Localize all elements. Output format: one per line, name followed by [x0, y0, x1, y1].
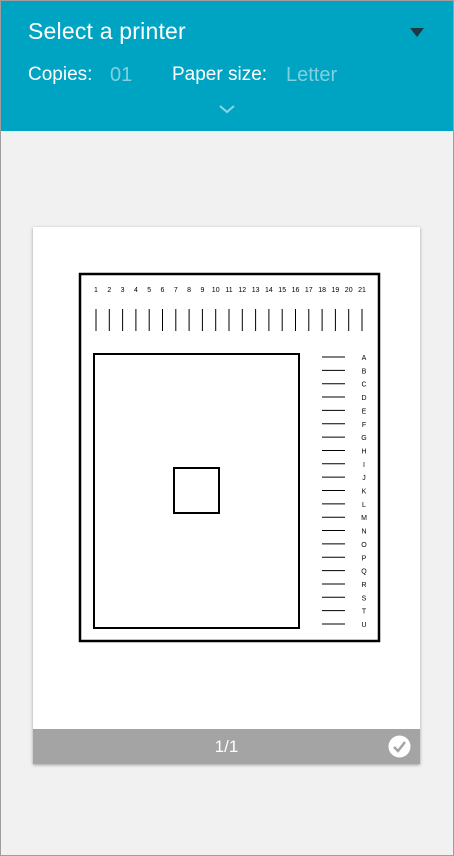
copies-label: Copies:: [28, 64, 93, 85]
column-number: 16: [292, 287, 300, 294]
check-circle-icon[interactable]: [388, 735, 411, 758]
center-square: [173, 467, 220, 514]
row-letter: K: [362, 489, 367, 496]
expand-chevron-down-icon[interactable]: [217, 102, 237, 114]
row-letter: A: [362, 355, 367, 362]
column-number: 17: [305, 287, 313, 294]
column-number: 10: [212, 287, 220, 294]
column-number: 1: [94, 287, 98, 294]
column-number: 11: [225, 287, 232, 294]
column-number: 7: [174, 287, 178, 294]
print-options-header: Select a printer Copies: 01 Paper size: …: [0, 0, 454, 131]
row-letter: C: [361, 382, 366, 389]
page-footer-bar: 1/1: [33, 729, 420, 764]
row-letter: J: [362, 475, 366, 482]
inner-frame: [93, 353, 300, 629]
row-letter: P: [362, 555, 367, 562]
printer-select-title[interactable]: Select a printer: [28, 18, 186, 45]
printer-dropdown-icon[interactable]: [405, 22, 429, 42]
page-preview[interactable]: 1 2 3 4 5 6 7 8 9 10 11 12 13 14 15 16 17 18 19 20 21 ABCDEF…: [33, 227, 420, 764]
row-letter: I: [363, 462, 365, 469]
row-letter: B: [362, 368, 367, 375]
row-letter: E: [362, 408, 367, 415]
test-page-graphic: 1 2 3 4 5 6 7 8 9 10 11 12 13 14 15 16 17 18 19 20 21 ABCDEF…: [78, 272, 381, 643]
column-number: 21: [358, 287, 366, 294]
row-letter: N: [361, 529, 366, 536]
row-letter: Q: [361, 569, 367, 576]
paper-size-select[interactable]: Letter: [286, 64, 337, 87]
row-letter: F: [362, 422, 366, 429]
row-letter: D: [361, 395, 366, 402]
column-number: 4: [134, 287, 138, 294]
column-number: 20: [345, 287, 353, 294]
column-number: 3: [121, 287, 125, 294]
column-number: 6: [161, 287, 165, 294]
column-number: 13: [252, 287, 260, 294]
column-number: 9: [200, 287, 204, 294]
row-letter: L: [362, 502, 366, 509]
column-number: 19: [332, 287, 340, 294]
paper-size-label: Paper size:: [172, 64, 268, 85]
row-letter: R: [361, 582, 366, 589]
column-number: 12: [238, 287, 246, 294]
row-letter: G: [361, 435, 366, 442]
column-number: 18: [318, 287, 326, 294]
row-letter: M: [361, 515, 367, 522]
row-letter: H: [361, 448, 366, 455]
column-number: 15: [278, 287, 286, 294]
column-number: 14: [265, 287, 273, 294]
row-letter: U: [361, 622, 366, 629]
copies-input[interactable]: 01: [110, 64, 132, 87]
column-number: 2: [107, 287, 111, 294]
column-number: 5: [147, 287, 151, 294]
column-number: 8: [187, 287, 191, 294]
row-letter: S: [362, 595, 367, 602]
row-letter: O: [361, 542, 367, 549]
row-letter: T: [362, 609, 367, 616]
page-indicator: 1/1: [214, 737, 239, 756]
